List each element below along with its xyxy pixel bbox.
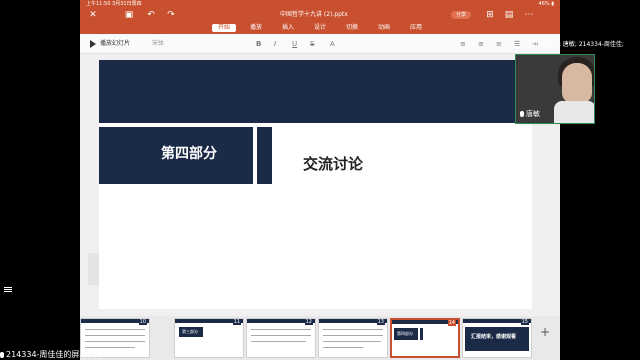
list-icon[interactable] (4, 286, 12, 294)
tab-play[interactable]: 播放 (250, 24, 262, 32)
toolbar: 播放幻灯片 宋体 B I U S A ≡ ≡ ≡ ☰ ⇥ (80, 34, 560, 54)
title-bar: ✕ ▣ ↶ ↷ 中国哲学十九讲 (2).pptx 分享 ⊞ ▤ ⋯ (80, 8, 560, 22)
toolbar-grid-icon[interactable]: ⊞ (485, 10, 495, 20)
thumb-number: 15 (520, 319, 529, 325)
status-bar: 上午11:50 3月31日周四 46% ▮ (80, 0, 560, 8)
thumb-number: 14 (447, 320, 456, 326)
thumb-block (420, 328, 423, 340)
mic-icon (520, 111, 524, 117)
document-title: 中国哲学十九讲 (2).pptx (280, 11, 348, 18)
thumb-label: 第四部分 (397, 331, 413, 336)
strike-button[interactable]: S (310, 40, 314, 48)
thumb-line (323, 335, 383, 336)
align-left-icon[interactable]: ≡ (460, 40, 466, 48)
thumbnail-13[interactable]: 13 (318, 318, 388, 358)
thumb-line (85, 347, 135, 348)
thumb-number: 10 (138, 319, 147, 325)
status-time-text: 上午11:50 (86, 1, 111, 7)
tab-start[interactable]: 开始 (212, 24, 237, 32)
current-slide[interactable]: 第四部分 交流讨论 (99, 60, 532, 309)
italic-button[interactable]: I (274, 40, 276, 48)
play-slideshow-button[interactable]: 播放幻灯片 (100, 40, 130, 48)
screen: 上午11:50 3月31日周四 46% ▮ ✕ ▣ ↶ ↷ 中国哲学十九讲 (2… (0, 0, 640, 360)
font-color-button[interactable]: A (330, 40, 335, 48)
thumb-line (85, 335, 145, 336)
plus-icon[interactable]: + (540, 326, 550, 338)
thumb-line (323, 347, 363, 348)
thumb-number: 13 (376, 319, 385, 325)
save-icon[interactable]: ▣ (124, 10, 134, 20)
play-icon[interactable] (90, 40, 96, 48)
thumbnail-11[interactable]: 11 第三部分 (174, 318, 244, 358)
underline-button[interactable]: U (292, 40, 297, 48)
align-right-icon[interactable]: ≡ (496, 40, 502, 48)
thumb-line (251, 341, 306, 342)
share-button[interactable]: 分享 (451, 11, 471, 19)
slide-heading[interactable]: 交流讨论 (303, 155, 363, 173)
ribbon-tabs: 开始 播放 插入 设计 切换 动画 应用 (80, 22, 560, 34)
battery-text: 46% (538, 1, 550, 7)
close-icon[interactable]: ✕ (88, 10, 98, 20)
ipad-screen-share: 上午11:50 3月31日周四 46% ▮ ✕ ▣ ↶ ↷ 中国哲学十九讲 (2… (80, 0, 560, 360)
thumb-number: 11 (232, 319, 241, 325)
participant-body (554, 101, 594, 123)
screen-share-label: 214334-周佳佳的屏幕共享 (0, 349, 150, 360)
tab-transition[interactable]: 切换 (346, 24, 358, 32)
list-icon[interactable]: ☰ (514, 40, 520, 48)
font-select[interactable]: 宋体 (152, 40, 164, 48)
slide-accent-bar (257, 127, 272, 184)
screen-share-text: 214334-周佳佳的屏幕共享 (6, 350, 104, 359)
thumbnail-14[interactable]: 14 第四部分 (390, 318, 460, 358)
speaking-indicator: 正在讲话: 唐敏; 214334-周佳佳; (535, 41, 624, 48)
thumb-label: 第三部分 (182, 329, 198, 334)
thumb-line (85, 341, 145, 342)
redo-icon[interactable]: ↷ (166, 10, 176, 20)
thumb-block: 第四部分 (394, 328, 418, 340)
tab-animation[interactable]: 动画 (378, 24, 390, 32)
bold-button[interactable]: B (256, 40, 261, 48)
thumbnail-12[interactable]: 12 (246, 318, 316, 358)
tab-insert[interactable]: 插入 (282, 24, 294, 32)
tab-apps[interactable]: 应用 (410, 24, 422, 32)
slide-thumbnails: 10 11 第三部分 12 13 14 第四部分 15 汇报结束，感谢观看 (80, 316, 560, 360)
slide-part-label[interactable]: 第四部分 (161, 145, 217, 163)
undo-icon[interactable]: ↶ (146, 10, 156, 20)
video-name-text: 唐敏 (526, 110, 540, 118)
thumb-number: 12 (304, 319, 313, 325)
tab-design[interactable]: 设计 (314, 24, 326, 32)
align-center-icon[interactable]: ≡ (478, 40, 484, 48)
status-time: 上午11:50 3月31日周四 (86, 0, 142, 8)
slide-section-block: 第四部分 (99, 127, 253, 184)
video-name-label: 唐敏 (520, 110, 540, 119)
thumb-line (251, 335, 311, 336)
thumb-line (323, 329, 383, 330)
thumb-line (323, 341, 381, 342)
slide-header-band (99, 60, 532, 123)
mic-icon (0, 352, 4, 358)
battery-indicator: 46% ▮ (538, 1, 554, 7)
book-icon[interactable]: ▤ (504, 10, 514, 20)
status-date-text: 3月31日周四 (112, 1, 142, 7)
thumb-line (251, 329, 311, 330)
thumb-block: 第三部分 (179, 327, 203, 337)
thumb-block: 汇报结束，感谢观看 (465, 327, 529, 351)
thumbnail-15[interactable]: 15 汇报结束，感谢观看 (462, 318, 532, 358)
thumb-label: 汇报结束，感谢观看 (471, 334, 517, 340)
more-icon[interactable]: ⋯ (524, 10, 534, 20)
participant-face (562, 63, 592, 103)
thumb-line (85, 329, 145, 330)
